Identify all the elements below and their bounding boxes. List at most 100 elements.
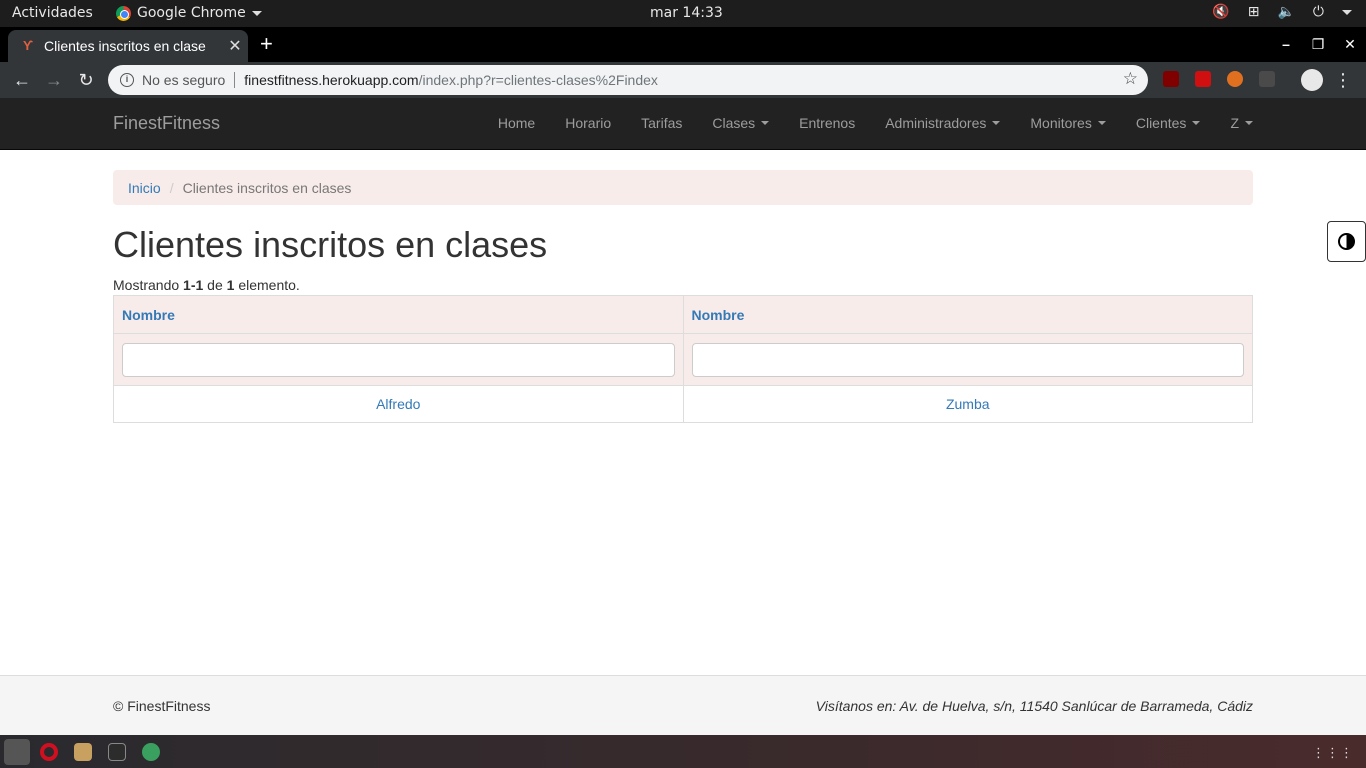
files-launcher-icon[interactable] xyxy=(74,743,92,761)
nav-item-entrenos[interactable]: Entrenos xyxy=(784,98,870,148)
chrome-icon xyxy=(116,5,131,21)
nav-item-administradores[interactable]: Administradores xyxy=(870,98,1015,148)
tab-strip: ϒ Clientes inscritos en clase ✕ + – ❐ ✕ xyxy=(0,27,1366,62)
security-label: No es seguro xyxy=(142,72,226,88)
caret-down-icon xyxy=(992,121,1001,125)
nav-item-label: Z xyxy=(1230,115,1239,131)
breadcrumb-home-link[interactable]: Inicio xyxy=(128,180,161,196)
table-row: Alfredo Zumba xyxy=(113,385,1253,423)
url-host: finestfitness.herokuapp.com xyxy=(244,72,419,88)
nav-menu: Home Horario Tarifas Clases Entrenos Administ… xyxy=(483,98,1268,148)
column-header: Nombre xyxy=(113,295,684,334)
app-name: Google Chrome xyxy=(137,5,246,21)
profile-avatar[interactable] xyxy=(1301,69,1323,91)
caret-down-icon xyxy=(1192,121,1201,125)
browser-toolbar: ← → ↻ i No es seguro finestfitness.herok… xyxy=(0,62,1366,98)
column-header: Nombre xyxy=(682,295,1253,334)
nav-item-z[interactable]: Z xyxy=(1215,98,1268,148)
table-cell: Alfredo xyxy=(113,385,684,423)
extension-icon[interactable] xyxy=(1227,71,1243,87)
nav-item-label: Administradores xyxy=(885,115,987,131)
nav-item-clientes[interactable]: Clientes xyxy=(1121,98,1216,148)
filter-input-clase[interactable] xyxy=(691,342,1244,377)
contrast-icon xyxy=(1338,233,1355,250)
nav-item-label: Home xyxy=(497,115,536,131)
clock[interactable]: mar 14:33 xyxy=(650,5,723,21)
maximize-button[interactable]: ❐ xyxy=(1302,27,1334,62)
network-icon: ⊞ xyxy=(1247,4,1260,20)
table-cell: Zumba xyxy=(682,385,1253,423)
nav-item-monitores[interactable]: Monitores xyxy=(1015,98,1120,148)
minimize-button[interactable]: – xyxy=(1270,27,1302,62)
filter-row xyxy=(113,333,1253,386)
chevron-down-icon xyxy=(251,10,262,16)
breadcrumb-current: Clientes inscritos en clases xyxy=(182,179,352,196)
forward-button[interactable]: → xyxy=(42,68,66,92)
browser-tab[interactable]: ϒ Clientes inscritos en clase ✕ xyxy=(8,30,248,62)
volume-icon: 🔈 xyxy=(1277,4,1295,20)
back-button[interactable]: ← xyxy=(10,68,34,92)
footer-copyright: © FinestFitness xyxy=(113,698,211,714)
summary-range: 1-1 xyxy=(183,277,204,293)
sort-link-nombre-clase[interactable]: Nombre xyxy=(692,307,745,323)
nav-item-label: Horario xyxy=(565,115,612,131)
chevron-down-icon xyxy=(1342,9,1352,15)
nav-item-home[interactable]: Home xyxy=(483,98,550,148)
app-launcher-icon[interactable] xyxy=(142,743,160,761)
summary-mid: de xyxy=(203,277,227,293)
brand-link[interactable]: FinestFitness xyxy=(113,113,220,134)
close-window-button[interactable]: ✕ xyxy=(1334,27,1366,62)
filter-input-cliente[interactable] xyxy=(122,342,675,377)
filter-cell xyxy=(682,333,1253,386)
footer-address: Visítanos en: Av. de Huelva, s/n, 11540 … xyxy=(815,698,1253,714)
data-grid: Nombre Nombre Alfredo Zumba xyxy=(113,295,1253,423)
system-top-bar: Actividades Google Chrome mar 14:33 🔇 ⊞ … xyxy=(0,0,1366,27)
nav-item-tarifas[interactable]: Tarifas xyxy=(626,98,697,148)
client-link[interactable]: Alfredo xyxy=(376,396,420,412)
header-row: Nombre Nombre xyxy=(113,295,1253,334)
terminal-launcher-icon[interactable] xyxy=(108,743,126,761)
caret-down-icon xyxy=(761,121,770,125)
address-bar[interactable]: i No es seguro finestfitness.herokuapp.c… xyxy=(108,65,1148,95)
bookmark-star-icon[interactable]: ☆ xyxy=(1123,69,1138,89)
url-path: /index.php?r=clientes-clases%2Findex xyxy=(418,72,658,88)
show-apps-icon[interactable]: ⋮⋮⋮ xyxy=(1312,745,1354,761)
filter-cell xyxy=(113,333,684,386)
sort-link-nombre-cliente[interactable]: Nombre xyxy=(122,307,175,323)
breadcrumb: Inicio / Clientes inscritos en clases xyxy=(113,170,1253,205)
menu-dots-icon[interactable]: ⋮ xyxy=(1334,68,1352,92)
power-icon: ⏻ xyxy=(1312,4,1324,20)
taskbar-dock: ⋮⋮⋮ xyxy=(0,735,1366,768)
summary-suffix: elemento. xyxy=(234,277,300,293)
site-footer: © FinestFitness Visítanos en: Av. de Hue… xyxy=(0,675,1366,735)
app-menu[interactable]: Google Chrome xyxy=(116,5,262,21)
divider xyxy=(234,72,236,88)
caret-down-icon xyxy=(1245,121,1253,125)
site-navbar: FinestFitness Home Horario Tarifas Clases En… xyxy=(0,98,1366,150)
nav-item-label: Monitores xyxy=(1030,115,1092,131)
ublock-icon[interactable] xyxy=(1163,71,1179,87)
info-icon[interactable]: i xyxy=(120,73,134,87)
contrast-toggle-button[interactable] xyxy=(1327,221,1366,262)
system-tray[interactable]: 🔇 ⊞ 🔈 ⏻ xyxy=(1212,4,1352,20)
new-tab-button[interactable]: + xyxy=(260,33,273,55)
reload-button[interactable]: ↻ xyxy=(74,68,98,92)
close-tab-icon[interactable]: ✕ xyxy=(222,36,248,56)
nav-item-label: Tarifas xyxy=(641,115,683,131)
extension-icon[interactable] xyxy=(1259,71,1275,87)
class-link[interactable]: Zumba xyxy=(946,396,990,412)
main-container: Inicio / Clientes inscritos en clases Cl… xyxy=(113,170,1253,423)
summary-text: Mostrando 1-1 de 1 elemento. xyxy=(113,277,1253,293)
extension-icon[interactable] xyxy=(1195,71,1211,87)
nav-item-label: Clases xyxy=(712,115,756,131)
opera-launcher-icon[interactable] xyxy=(40,743,58,761)
breadcrumb-divider: / xyxy=(169,179,174,196)
mic-muted-icon: 🔇 xyxy=(1212,4,1230,20)
nav-item-horario[interactable]: Horario xyxy=(550,98,626,148)
nav-item-label: Entrenos xyxy=(799,115,856,131)
tab-title: Clientes inscritos en clase xyxy=(44,38,206,54)
chrome-launcher-icon[interactable] xyxy=(4,739,30,765)
nav-item-clases[interactable]: Clases xyxy=(697,98,784,148)
activities-button[interactable]: Actividades xyxy=(12,5,93,21)
window-controls: – ❐ ✕ xyxy=(1270,27,1366,62)
